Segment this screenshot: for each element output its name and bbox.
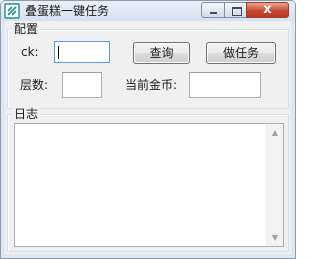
app-window: 叠蛋糕一键任务 x 配置 ck: 查询 做任务 层数: 当前金币: 日志 ▲ ▼	[0, 0, 296, 259]
scroll-down-arrow-icon[interactable]: ▼	[267, 229, 283, 246]
ck-label: ck:	[21, 45, 39, 59]
log-textarea[interactable]: ▲ ▼	[14, 123, 284, 247]
window-title: 叠蛋糕一键任务	[25, 4, 110, 18]
client-area: 配置 ck: 查询 做任务 层数: 当前金币: 日志 ▲ ▼	[5, 21, 291, 254]
current-coins-input[interactable]	[189, 72, 261, 98]
scroll-up-arrow-icon[interactable]: ▲	[267, 124, 283, 141]
maximize-icon	[232, 7, 242, 16]
close-icon: x	[263, 2, 272, 17]
log-group: 日志 ▲ ▼	[7, 107, 289, 252]
close-button[interactable]: x	[246, 2, 289, 18]
query-button[interactable]: 查询	[133, 42, 190, 64]
log-scrollbar[interactable]: ▲ ▼	[266, 124, 283, 246]
log-group-legend: 日志	[12, 107, 41, 121]
floors-label: 层数:	[20, 78, 49, 92]
minimize-icon	[210, 12, 217, 14]
config-group-legend: 配置	[12, 22, 41, 36]
current-coins-label: 当前金币:	[125, 78, 178, 92]
title-bar[interactable]: 叠蛋糕一键任务 x	[1, 1, 295, 21]
floors-input[interactable]	[62, 72, 102, 98]
ck-input[interactable]	[54, 41, 110, 63]
minimize-button[interactable]	[201, 2, 225, 18]
maximize-button[interactable]	[224, 2, 247, 18]
do-task-button[interactable]: 做任务	[206, 42, 276, 64]
app-logo-icon	[4, 3, 20, 19]
text-caret	[58, 46, 59, 59]
config-group: 配置 ck: 查询 做任务 层数: 当前金币:	[7, 22, 289, 109]
